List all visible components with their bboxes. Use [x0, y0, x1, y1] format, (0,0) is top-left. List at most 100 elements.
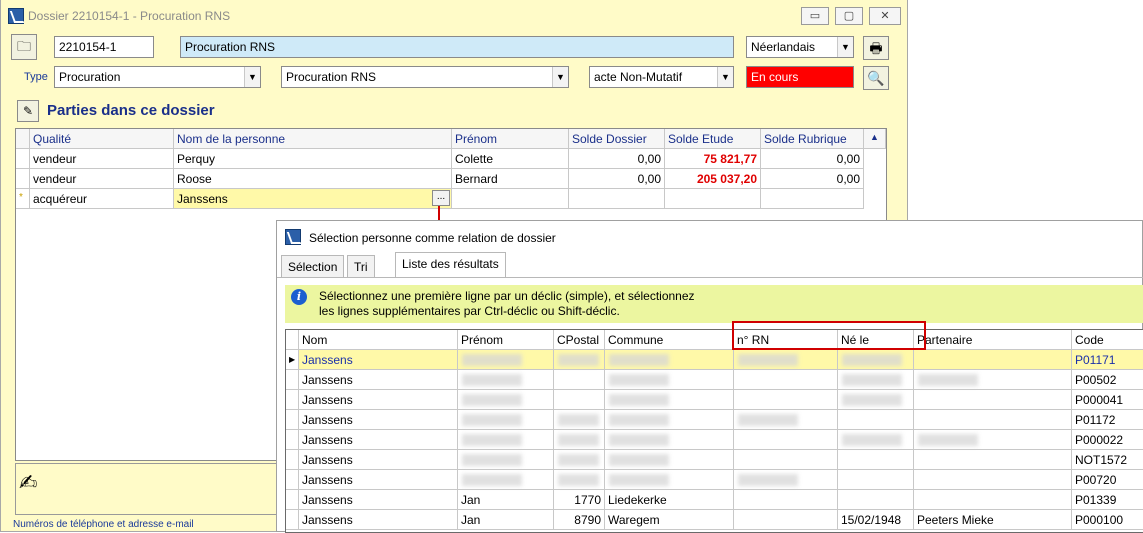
result-nele[interactable]: [838, 410, 914, 430]
result-partenaire[interactable]: [914, 490, 1072, 510]
tab-results[interactable]: Liste des résultats: [395, 252, 506, 278]
result-code[interactable]: P01172: [1072, 410, 1143, 430]
result-partenaire[interactable]: [914, 350, 1072, 370]
result-cpostal[interactable]: [554, 370, 605, 390]
result-cpostal[interactable]: 8790: [554, 510, 605, 530]
party-prenom[interactable]: Bernard: [452, 169, 569, 189]
result-code[interactable]: NOT1572: [1072, 450, 1143, 470]
party-qualite[interactable]: vendeur: [30, 169, 174, 189]
contact-link[interactable]: Numéros de téléphone et adresse e-mail: [13, 519, 194, 530]
result-rn[interactable]: [734, 490, 838, 510]
column-header[interactable]: Nom de la personne: [174, 129, 452, 149]
result-code[interactable]: P000041: [1072, 390, 1143, 410]
column-header[interactable]: Nom: [299, 330, 458, 350]
maximize-button[interactable]: ▢: [835, 7, 863, 25]
party-qualite[interactable]: vendeur: [30, 149, 174, 169]
column-header[interactable]: Commune: [605, 330, 734, 350]
result-nom[interactable]: Janssens: [299, 510, 458, 530]
result-partenaire[interactable]: [914, 470, 1072, 490]
title-bar: Dossier 2210154-1 - Procuration RNS ▭ ▢ …: [1, 0, 907, 30]
chevron-down-icon[interactable]: ▼: [552, 67, 568, 87]
result-rn[interactable]: [734, 390, 838, 410]
party-qualite[interactable]: acquéreur: [30, 189, 174, 209]
type-select[interactable]: Procuration ▼: [54, 66, 261, 88]
result-nom[interactable]: Janssens: [299, 350, 458, 370]
chevron-down-icon[interactable]: ▼: [837, 37, 853, 57]
column-header[interactable]: Solde Dossier: [569, 129, 665, 149]
result-code[interactable]: P01339: [1072, 490, 1143, 510]
result-rn[interactable]: [734, 450, 838, 470]
minimize-button[interactable]: ▭: [801, 7, 829, 25]
result-nele[interactable]: [838, 450, 914, 470]
result-partenaire[interactable]: Peeters Mieke: [914, 510, 1072, 530]
result-rn[interactable]: [734, 370, 838, 390]
result-partenaire[interactable]: [914, 410, 1072, 430]
result-code[interactable]: P000100: [1072, 510, 1143, 530]
result-commune[interactable]: Liedekerke: [605, 490, 734, 510]
dossier-title-field[interactable]: Procuration RNS: [180, 36, 734, 58]
party-nom[interactable]: Roose: [174, 169, 452, 189]
party-solde-etude: 75 821,77: [665, 149, 761, 169]
result-nom[interactable]: Janssens: [299, 470, 458, 490]
open-folder-icon[interactable]: 🗀: [11, 34, 37, 60]
pencil-icon[interactable]: ✍: [19, 470, 37, 496]
result-code[interactable]: P00502: [1072, 370, 1143, 390]
redacted-text: [609, 434, 669, 446]
column-header[interactable]: Qualité: [30, 129, 174, 149]
result-cpostal[interactable]: [554, 390, 605, 410]
result-partenaire[interactable]: [914, 450, 1072, 470]
result-nom[interactable]: Janssens: [299, 490, 458, 510]
column-header[interactable]: Prénom: [458, 330, 554, 350]
party-prenom[interactable]: Colette: [452, 149, 569, 169]
redacted-text: [558, 354, 599, 366]
result-nele[interactable]: 15/02/1948: [838, 510, 914, 530]
party-nom-edit[interactable]: Janssens ...: [174, 189, 452, 209]
column-header[interactable]: CPostal: [554, 330, 605, 350]
result-nom[interactable]: Janssens: [299, 430, 458, 450]
printer-icon[interactable]: 🖶: [863, 36, 889, 60]
result-rn[interactable]: [734, 430, 838, 450]
result-nele[interactable]: [838, 470, 914, 490]
column-header[interactable]: Solde Rubrique: [761, 129, 864, 149]
result-partenaire[interactable]: [914, 390, 1072, 410]
redacted-text: [609, 354, 669, 366]
language-select[interactable]: Néerlandais ▼: [746, 36, 854, 58]
result-cpostal[interactable]: 1770: [554, 490, 605, 510]
result-code[interactable]: P01171: [1072, 350, 1143, 370]
result-prenom[interactable]: Jan: [458, 510, 554, 530]
scroll-up-icon[interactable]: ▲: [864, 129, 886, 149]
ellipsis-button[interactable]: ...: [432, 190, 450, 206]
result-rn[interactable]: [734, 510, 838, 530]
chevron-down-icon[interactable]: ▼: [244, 67, 260, 87]
result-prenom[interactable]: Jan: [458, 490, 554, 510]
subtype-select[interactable]: Procuration RNS ▼: [281, 66, 569, 88]
dialog-title: Sélection personne comme relation de dos…: [309, 231, 556, 245]
search-icon[interactable]: 🔍: [863, 66, 889, 90]
close-button[interactable]: ✕: [869, 7, 901, 25]
redacted-text: [462, 454, 522, 466]
result-nele[interactable]: [838, 490, 914, 510]
tab-tri[interactable]: Tri: [347, 255, 375, 277]
party-solde-rubrique: 0,00: [761, 169, 864, 189]
column-header[interactable]: Code: [1072, 330, 1143, 350]
current-row-indicator: ▶: [286, 350, 299, 370]
result-code[interactable]: P000022: [1072, 430, 1143, 450]
redacted-text: [609, 454, 669, 466]
result-nom[interactable]: Janssens: [299, 370, 458, 390]
redacted-text: [462, 374, 522, 386]
result-nom[interactable]: Janssens: [299, 450, 458, 470]
column-header[interactable]: Solde Etude: [665, 129, 761, 149]
section-title: Parties dans ce dossier: [47, 102, 215, 119]
result-nom[interactable]: Janssens: [299, 410, 458, 430]
chevron-down-icon[interactable]: ▼: [717, 67, 733, 87]
result-code[interactable]: P00720: [1072, 470, 1143, 490]
party-prenom[interactable]: [452, 189, 569, 209]
party-nom[interactable]: Perquy: [174, 149, 452, 169]
tab-selection[interactable]: Sélection: [281, 255, 345, 277]
acte-select[interactable]: acte Non-Mutatif ▼: [589, 66, 734, 88]
result-commune[interactable]: Waregem: [605, 510, 734, 530]
dossier-number-field[interactable]: 2210154-1: [54, 36, 154, 58]
column-header[interactable]: Partenaire: [914, 330, 1072, 350]
result-nom[interactable]: Janssens: [299, 390, 458, 410]
column-header[interactable]: Prénom: [452, 129, 569, 149]
